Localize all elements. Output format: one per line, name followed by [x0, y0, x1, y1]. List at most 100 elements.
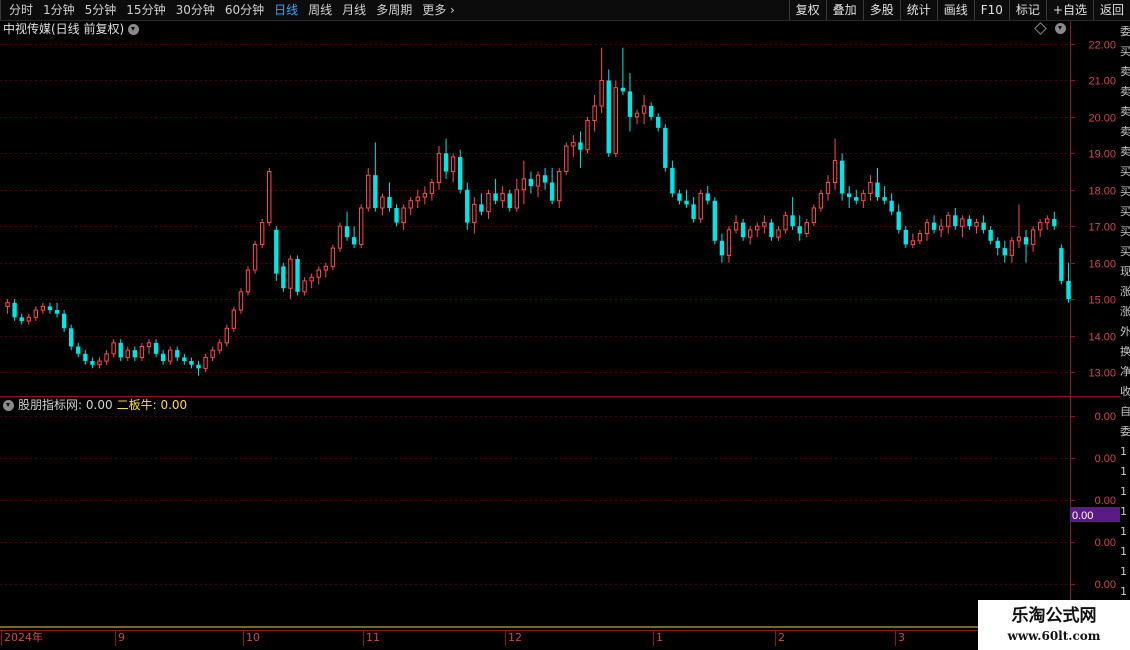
candle-body-up — [755, 225, 760, 231]
side-panel-char: 涨 — [1120, 306, 1130, 318]
date-label: 11 — [366, 631, 380, 644]
watermark-url: www.60lt.com — [1007, 629, 1101, 643]
side-panel-char: 换 — [1120, 346, 1130, 358]
candle-body-down — [76, 346, 81, 354]
candle-body-down — [1023, 237, 1029, 245]
candle-body-up — [571, 141, 576, 147]
price-tick-label: 20.00 — [1088, 113, 1116, 125]
candle-body-up — [366, 174, 371, 209]
candle-body-up — [762, 222, 767, 227]
candle-body-up — [747, 229, 753, 238]
kline-chart[interactable]: 22.0021.0020.0019.0018.0017.0016.0015.00… — [0, 0, 1130, 650]
candle-body-up — [535, 174, 541, 187]
side-panel-char: 收 — [1120, 386, 1130, 398]
side-panel-char: 1 — [1120, 586, 1127, 598]
stock-title: 中视传媒(日线 前复权) — [3, 22, 125, 36]
candle-body-up — [104, 353, 109, 362]
candle-body-up — [380, 196, 385, 209]
candle-body-down — [175, 350, 180, 358]
candle-body-down — [670, 167, 675, 194]
watermark-logo: 乐淘公式网 www.60lt.com — [978, 600, 1130, 650]
candle-body-down — [19, 317, 24, 321]
candle-body-down — [847, 193, 852, 198]
candle-body-down — [493, 193, 498, 201]
candle-body-up — [585, 120, 590, 151]
side-panel-char: 净 — [1120, 366, 1130, 378]
side-panel-char: 现 — [1120, 266, 1130, 278]
candle-body-up — [599, 79, 604, 107]
candle-body-up — [861, 192, 866, 202]
indicator-series-label: 二板牛: 0.00 — [116, 398, 188, 412]
title-dropdown-icon[interactable] — [128, 23, 140, 35]
candle-body-down — [790, 215, 795, 227]
candle-body-up — [1045, 218, 1050, 224]
candle-body-up — [698, 192, 703, 220]
candle-body-down — [620, 87, 626, 92]
candle-body-down — [719, 240, 725, 256]
candle-body-up — [613, 87, 618, 154]
chart-options-icon[interactable] — [1055, 23, 1066, 34]
candle-body-up — [5, 302, 10, 307]
candle-body-up — [288, 258, 293, 289]
side-panel-char: 1 — [1120, 526, 1127, 538]
side-panel-char: 卖 — [1120, 146, 1130, 158]
candle-body-up — [486, 192, 491, 213]
side-panel-char: 委 — [1120, 426, 1130, 438]
candle-body-up — [323, 265, 329, 271]
candle-body-down — [953, 215, 958, 227]
date-label: 3 — [898, 631, 905, 644]
candle-body-up — [1030, 229, 1036, 245]
candle-body-up — [210, 349, 215, 358]
candle-body-up — [408, 200, 413, 209]
candle-body-up — [825, 181, 831, 194]
candle-body-down — [648, 105, 654, 117]
candle-body-up — [245, 269, 251, 293]
candle-body-up — [224, 327, 229, 344]
candle-body-down — [1052, 218, 1057, 227]
price-tick-label: 19.00 — [1088, 149, 1116, 161]
candle-body-up — [436, 152, 442, 183]
candle-body-up — [960, 218, 965, 227]
candle-body-up — [634, 112, 640, 118]
candle-body-up — [500, 192, 505, 202]
candle-body-down — [528, 178, 534, 187]
candle-body-down — [1066, 280, 1071, 300]
candle-body-down — [458, 156, 463, 190]
side-panel-char: 卖 — [1120, 106, 1130, 118]
candle-body-down — [153, 342, 159, 354]
candle-body-up — [910, 240, 916, 245]
candle-body-up — [302, 280, 307, 293]
candle-body-up — [316, 269, 321, 278]
candle-body-down — [61, 313, 67, 329]
candle-body-up — [330, 247, 336, 267]
candle-body-up — [401, 207, 406, 224]
candle-body-up — [337, 225, 343, 249]
candle-body-up — [111, 342, 116, 355]
candle-body-down — [90, 361, 95, 365]
candle-body-up — [726, 229, 732, 256]
date-label: 12 — [508, 631, 522, 644]
indicator-tick-label: 0.00 — [1095, 411, 1116, 423]
side-panel-char: 1 — [1120, 446, 1127, 458]
candle-body-down — [705, 193, 710, 201]
candle-body-down — [889, 200, 894, 212]
candle-body-up — [868, 181, 873, 194]
indicator-dropdown-icon[interactable] — [3, 399, 14, 411]
date-label: 2 — [778, 631, 785, 644]
candle-body-down — [54, 310, 60, 314]
date-label: 9 — [118, 631, 125, 644]
candle-body-up — [557, 171, 562, 202]
candle-body-down — [83, 353, 88, 362]
candle-body-down — [344, 226, 350, 238]
side-panel-char: 1 — [1120, 466, 1127, 478]
candle-body-up — [217, 342, 222, 351]
candle-body-up — [252, 243, 258, 271]
price-tick-label: 18.00 — [1088, 186, 1116, 198]
candle-body-up — [811, 207, 817, 224]
candle-body-up — [832, 160, 838, 183]
side-panel-char: 买 — [1120, 226, 1130, 238]
candle-body-down — [189, 361, 194, 365]
candle-body-up — [938, 225, 944, 231]
side-panel-char: 卖 — [1120, 86, 1130, 98]
side-panel-char: 买 — [1120, 206, 1130, 218]
